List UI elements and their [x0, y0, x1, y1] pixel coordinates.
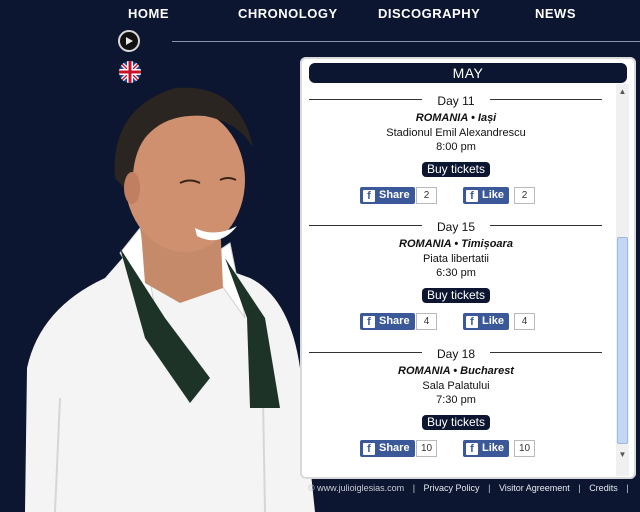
- share-count: 4: [416, 313, 437, 330]
- facebook-icon: f: [363, 442, 375, 455]
- facebook-icon: f: [466, 315, 478, 328]
- event-time: 7:30 pm: [436, 394, 476, 406]
- share-count: 2: [416, 187, 437, 204]
- facebook-icon: f: [466, 442, 478, 455]
- event-item: Day 11 ROMANIA • Iași Stadionul Emil Ale…: [300, 92, 612, 207]
- buy-tickets-button[interactable]: Buy tickets: [421, 162, 491, 177]
- divider-line: [490, 352, 602, 353]
- event-venue: Stadionul Emil Alexandrescu: [386, 127, 526, 139]
- event-venue: Piata libertatii: [422, 253, 490, 265]
- like-count: 4: [514, 313, 535, 330]
- divider-line: [490, 99, 602, 100]
- like-count: 10: [514, 440, 535, 457]
- event-country: ROMANIA: [415, 112, 468, 124]
- event-time: 8:00 pm: [436, 141, 476, 153]
- day-divider: Day 11: [300, 92, 612, 108]
- event-city: Iași: [477, 112, 497, 124]
- facebook-icon: f: [363, 315, 375, 328]
- facebook-icon: f: [363, 189, 375, 202]
- facebook-like-button[interactable]: f Like: [463, 313, 510, 330]
- tour-dates-panel: MAY Day 11 ROMANIA • Iași Stadionul Emil…: [300, 57, 636, 479]
- social-row: f Share 10 f Like 10: [300, 440, 612, 460]
- play-button[interactable]: [118, 30, 140, 52]
- like-label: Like: [482, 189, 505, 201]
- nav-discography[interactable]: DISCOGRAPHY: [378, 6, 480, 21]
- event-country: ROMANIA: [399, 238, 452, 250]
- top-nav: HOME CHRONOLOGY DISCOGRAPHY NEWS: [0, 0, 640, 30]
- footer: © www.julioiglesias.com | Privacy Policy…: [308, 483, 635, 493]
- scroll-down-arrow-icon[interactable]: ▼: [616, 448, 629, 461]
- share-label: Share: [379, 442, 410, 454]
- event-item: Day 18 ROMANIA • Bucharest Sala Palatulu…: [300, 345, 612, 460]
- footer-separator: |: [412, 483, 416, 493]
- event-separator: •: [470, 112, 475, 124]
- event-location: ROMANIA • Bucharest: [300, 363, 612, 379]
- event-location: ROMANIA • Iași: [300, 110, 612, 126]
- divider-line: [309, 225, 422, 226]
- nav-chronology[interactable]: CHRONOLOGY: [238, 6, 338, 21]
- share-count: 10: [416, 440, 437, 457]
- credits-link[interactable]: Credits: [589, 483, 618, 493]
- footer-separator: |: [626, 483, 629, 493]
- nav-divider: [172, 41, 640, 42]
- buy-tickets-button[interactable]: Buy tickets: [421, 288, 491, 303]
- scroll-up-arrow-icon[interactable]: ▲: [616, 85, 629, 98]
- divider-line: [490, 225, 602, 226]
- privacy-policy-link[interactable]: Privacy Policy: [424, 483, 480, 493]
- copyright: © www.julioiglesias.com: [308, 483, 405, 493]
- footer-separator: |: [488, 483, 491, 493]
- scrollbar-thumb[interactable]: [617, 237, 628, 444]
- social-row: f Share 4 f Like 4: [300, 313, 612, 333]
- event-venue: Sala Palatului: [422, 380, 490, 392]
- facebook-like-button[interactable]: f Like: [463, 440, 510, 457]
- facebook-icon: f: [466, 189, 478, 202]
- like-label: Like: [482, 442, 505, 454]
- event-location: ROMANIA • Timișoara: [300, 236, 612, 252]
- like-count: 2: [514, 187, 535, 204]
- footer-separator: |: [578, 483, 581, 493]
- event-city: Bucharest: [460, 365, 514, 377]
- share-label: Share: [379, 315, 410, 327]
- facebook-share-button[interactable]: f Share: [360, 440, 415, 457]
- social-row: f Share 2 f Like 2: [300, 187, 612, 207]
- day-divider: Day 18: [300, 345, 612, 361]
- facebook-share-button[interactable]: f Share: [360, 313, 415, 330]
- event-city: Timișoara: [461, 238, 513, 250]
- like-label: Like: [482, 315, 505, 327]
- play-icon: [126, 37, 133, 45]
- month-header: MAY: [309, 63, 627, 83]
- visitor-agreement-link[interactable]: Visitor Agreement: [499, 483, 570, 493]
- event-separator: •: [453, 365, 458, 377]
- share-label: Share: [379, 189, 410, 201]
- buy-tickets-button[interactable]: Buy tickets: [421, 415, 491, 430]
- event-country: ROMANIA: [398, 365, 451, 377]
- facebook-share-button[interactable]: f Share: [360, 187, 415, 204]
- day-divider: Day 15: [300, 218, 612, 234]
- event-day: Day 15: [436, 220, 476, 234]
- event-day: Day 18: [436, 347, 476, 361]
- divider-line: [309, 99, 422, 100]
- event-time: 6:30 pm: [436, 267, 476, 279]
- nav-news[interactable]: NEWS: [535, 6, 576, 21]
- facebook-like-button[interactable]: f Like: [463, 187, 510, 204]
- artist-photo: [25, 87, 315, 512]
- divider-line: [309, 352, 422, 353]
- event-separator: •: [454, 238, 459, 250]
- event-item: Day 15 ROMANIA • Timișoara Piata liberta…: [300, 218, 612, 333]
- event-day: Day 11: [437, 94, 475, 108]
- nav-home[interactable]: HOME: [128, 6, 169, 21]
